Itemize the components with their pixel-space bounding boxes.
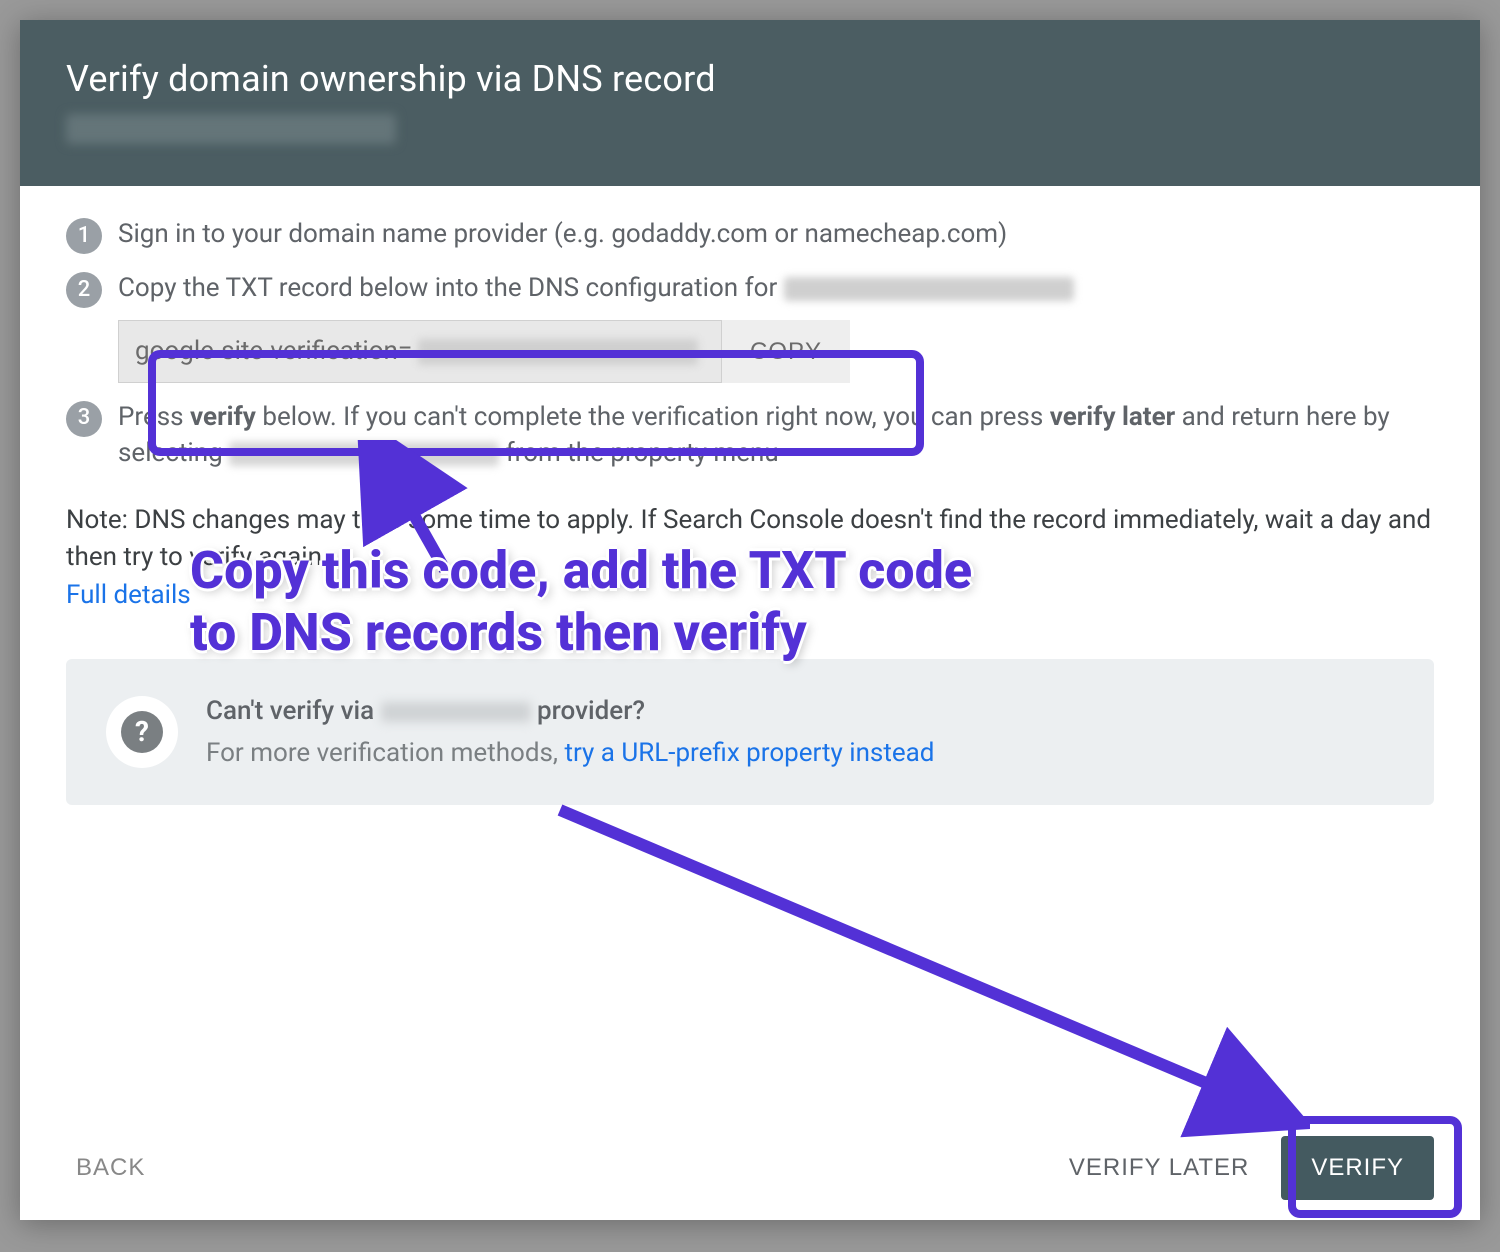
step-2-domain-redacted [784,277,1074,301]
hint-box: ? Can't verify via provider? For more ve… [66,659,1434,806]
txt-record-row: google-site-verification= COPY [118,320,850,382]
step-3-domain-redacted [229,442,499,466]
dialog-body: 1 Sign in to your domain name provider (… [20,186,1480,805]
hint-provider-redacted [381,702,531,722]
back-button[interactable]: BACK [66,1142,155,1194]
step-2-text: Copy the TXT record below into the DNS c… [118,270,1434,383]
txt-code-redacted [418,339,698,365]
txt-code-prefix: google-site-verification= [135,333,412,369]
txt-record-value[interactable]: google-site-verification= [118,320,722,382]
step-badge-1: 1 [66,218,102,254]
hint-answer-before: For more verification methods, [206,738,565,768]
step-1: 1 Sign in to your domain name provider (… [66,216,1434,254]
step-3-tail: from the property menu [499,438,779,468]
step-badge-3: 3 [66,401,102,437]
hint-text: Can't verify via provider? For more veri… [206,693,934,772]
step-3-verify-word: verify [190,402,256,432]
step-3-press: Press [118,402,190,432]
step-2-text-before: Copy the TXT record below into the DNS c… [118,273,784,303]
step-badge-2: 2 [66,272,102,308]
step-2: 2 Copy the TXT record below into the DNS… [66,270,1434,383]
footer-right: VERIFY LATER VERIFY [1059,1136,1434,1200]
hint-question-after: provider? [531,696,645,726]
step-3-verify-later-word: verify later [1050,402,1175,432]
domain-name-redacted [66,114,396,144]
hint-answer: For more verification methods, try a URL… [206,735,934,771]
question-mark-icon: ? [121,711,163,753]
full-details-link[interactable]: Full details [66,580,191,610]
hint-question: Can't verify via provider? [206,693,934,729]
hint-question-before: Can't verify via [206,696,381,726]
dialog-footer: BACK VERIFY LATER VERIFY [20,1115,1480,1220]
step-3: 3 Press verify below. If you can't compl… [66,399,1434,472]
step-1-text: Sign in to your domain name provider (e.… [118,216,1434,252]
copy-button[interactable]: COPY [722,320,850,382]
step-3-text: Press verify below. If you can't complet… [118,399,1434,472]
annotation-callout: Copy this code, add the TXT code to DNS … [190,540,1030,665]
url-prefix-link[interactable]: try a URL-prefix property instead [565,738,935,768]
hint-icon-wrap: ? [106,696,178,768]
dialog-title: Verify domain ownership via DNS record [66,58,1434,100]
verify-button[interactable]: VERIFY [1281,1136,1434,1200]
step-3-mid1: below. If you can't complete the verific… [256,402,1050,432]
verify-later-button[interactable]: VERIFY LATER [1059,1142,1260,1194]
dialog-header: Verify domain ownership via DNS record [20,20,1480,186]
